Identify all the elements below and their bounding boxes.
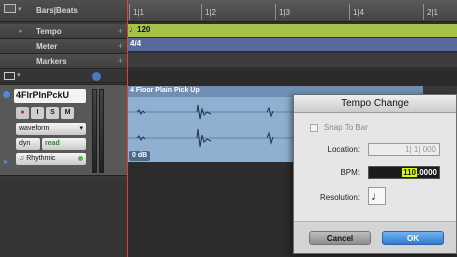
markers-ruler-header[interactable]: Markers + <box>0 54 127 69</box>
clip-view-icon[interactable] <box>92 72 101 81</box>
tempo-label: Tempo <box>36 27 62 36</box>
ruler-view-icon[interactable] <box>4 4 16 13</box>
markers-label: Markers <box>36 57 67 66</box>
bar-tick <box>129 4 130 20</box>
status-dot-icon <box>78 156 83 161</box>
bpm-field[interactable]: 110.0000 <box>368 166 440 179</box>
timebase-icon: ♫ <box>19 155 25 162</box>
bar-number: 1|3 <box>279 8 290 17</box>
solo-button[interactable]: S <box>46 107 59 119</box>
track-list-icon[interactable] <box>4 72 15 80</box>
tempo-change-dialog: Tempo Change Snap To Bar Location: 1| 1|… <box>293 94 457 254</box>
disclosure-triangle-icon[interactable]: ▸ <box>4 157 8 166</box>
resolution-note-button[interactable]: ♩ <box>368 187 386 205</box>
tempo-event[interactable]: ♩120 <box>129 25 150 34</box>
meter-ruler-header[interactable]: Meter + <box>0 39 127 54</box>
meter-ruler[interactable]: 4/4 <box>127 38 457 51</box>
clip-gain-indicator[interactable]: 0 dB <box>129 151 151 161</box>
track-list-header: ▾ <box>0 70 127 83</box>
timebase-value: Rhythmic <box>26 155 56 162</box>
bar-number: 1|1 <box>133 8 144 17</box>
track-view-selector[interactable]: waveform ▾ <box>16 123 86 135</box>
bar-tick <box>349 4 350 20</box>
disclosure-triangle-icon[interactable]: ▸ <box>19 27 23 35</box>
bars-beats-label: Bars|Beats <box>36 6 78 15</box>
location-field[interactable]: 1| 1| 000 <box>368 143 440 156</box>
snap-label: Snap To Bar <box>324 123 368 132</box>
add-meter-icon[interactable]: + <box>118 41 123 51</box>
track-color-icon <box>3 91 10 98</box>
add-tempo-icon[interactable]: + <box>118 26 123 36</box>
resolution-label: Resolution: <box>319 193 360 202</box>
bar-tick <box>423 4 424 20</box>
dialog-footer: Cancel OK <box>294 221 456 253</box>
meter-label: Meter <box>36 42 58 51</box>
chevron-down-icon: ▾ <box>79 125 83 132</box>
ok-button[interactable]: OK <box>382 231 444 245</box>
bpm-fraction: .0000 <box>416 168 437 177</box>
empty-track-area <box>0 177 127 257</box>
track-name-field[interactable]: 4FlrPlnPckU <box>14 89 86 103</box>
bar-number: 1|4 <box>353 8 364 17</box>
bpm-integer: 110 <box>402 168 417 177</box>
location-label: Location: <box>327 145 360 154</box>
track-view-value: waveform <box>19 125 50 132</box>
dialog-body: Snap To Bar Location: 1| 1| 000 BPM: 110… <box>294 113 456 221</box>
meter-event[interactable]: 4/4 <box>130 39 141 48</box>
bpm-label: BPM: <box>340 168 360 177</box>
bars-beats-ruler-header[interactable]: ▾ Bars|Beats <box>0 0 127 22</box>
playhead-line <box>127 0 128 257</box>
dialog-title: Tempo Change <box>294 95 456 113</box>
snap-checkbox[interactable] <box>310 124 318 132</box>
add-marker-icon[interactable]: + <box>118 56 123 66</box>
bar-number: 2|1 <box>427 8 438 17</box>
automation-mode-selector[interactable]: read <box>42 138 86 150</box>
rulers-area: 1|1 1|2 1|3 1|4 2|1 ♩120 4/4 <box>127 0 457 70</box>
dyn-button[interactable]: dyn <box>16 138 40 150</box>
tempo-ruler[interactable]: ♩120 <box>127 24 457 37</box>
cancel-button[interactable]: Cancel <box>309 231 371 245</box>
tempo-ruler-header[interactable]: ▸ Tempo + <box>0 24 127 39</box>
bar-tick <box>275 4 276 20</box>
markers-ruler[interactable] <box>127 53 457 67</box>
level-meter-right <box>99 89 104 173</box>
chevron-down-icon: ▾ <box>18 6 22 13</box>
bar-number: 1|2 <box>205 8 216 17</box>
level-meter-left <box>92 89 97 173</box>
input-monitor-button[interactable]: I <box>31 107 44 119</box>
bars-beats-ruler[interactable]: 1|1 1|2 1|3 1|4 2|1 <box>127 0 457 22</box>
track-header[interactable]: 4FlrPlnPckU ● I S M waveform ▾ dyn read … <box>0 84 127 176</box>
chevron-down-icon: ▾ <box>17 72 21 79</box>
bar-tick <box>201 4 202 20</box>
automation-mode-value: read <box>45 140 60 147</box>
timebase-selector[interactable]: ♫ Rhythmic <box>16 153 86 165</box>
record-enable-button[interactable]: ● <box>16 107 29 119</box>
mute-button[interactable]: M <box>61 107 74 119</box>
